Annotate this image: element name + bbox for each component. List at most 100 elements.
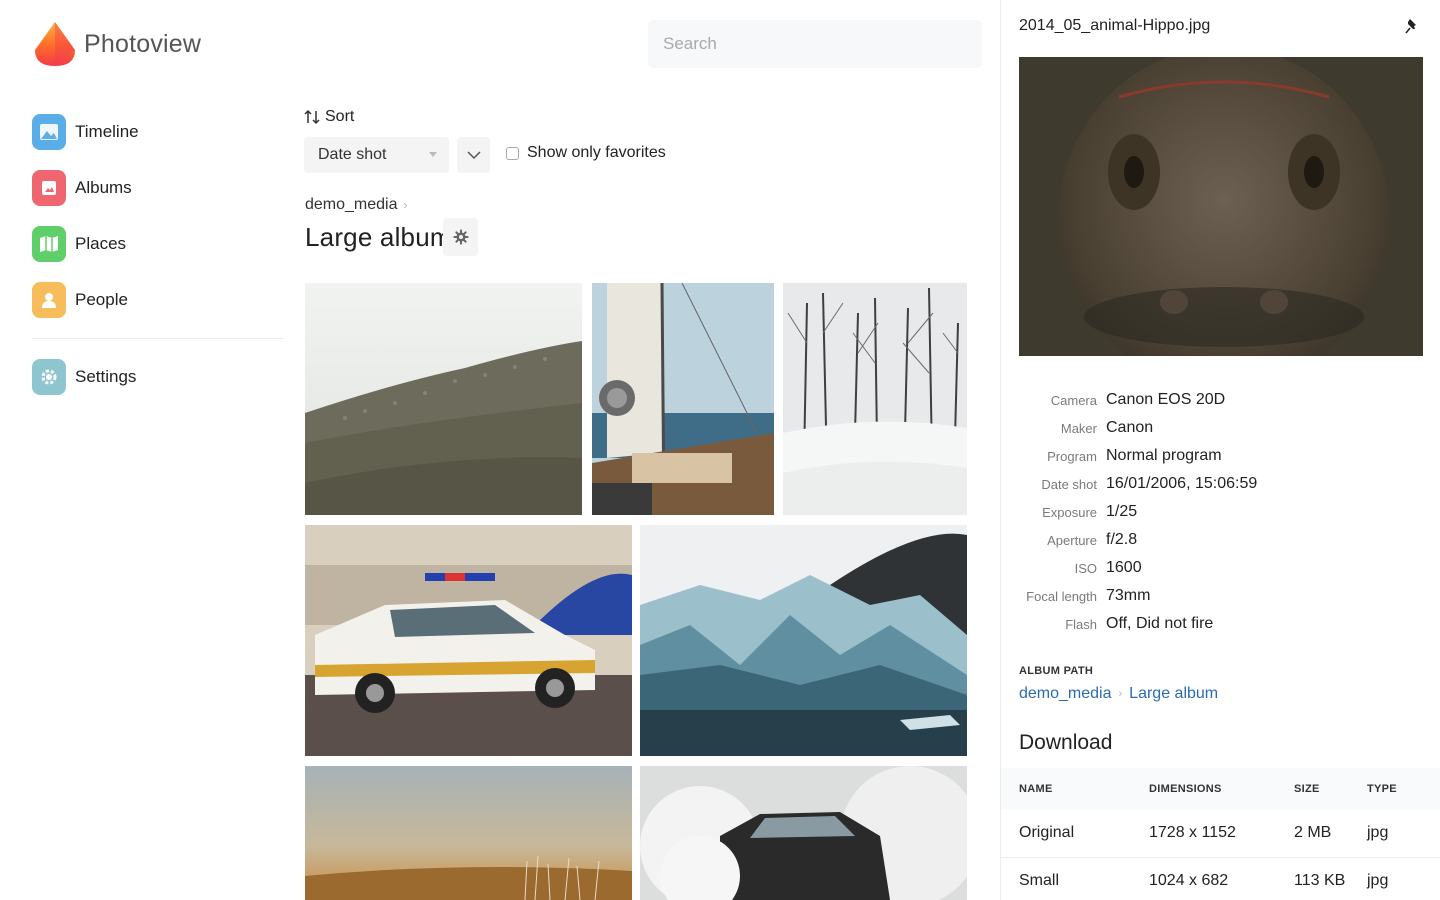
places-icon [32,226,66,262]
sidebar-item-timeline[interactable]: Timeline [32,104,284,160]
favorites-label: Show only favorites [527,144,666,161]
chevron-right-icon: › [1118,688,1123,700]
photo-thumbnail[interactable] [305,525,632,756]
exif-row: Camera Canon EOS 20D [1001,386,1440,414]
sidebar-item-albums[interactable]: Albums [32,160,284,216]
exif-value: 1/25 [1106,503,1138,520]
photo-thumbnail[interactable] [640,525,967,756]
sort-icon [304,109,320,125]
album-settings-button[interactable] [443,218,478,256]
exif-value: f/2.8 [1106,531,1138,548]
column-header: DIMENSIONS [1149,768,1294,810]
exif-value: 1600 [1106,559,1142,576]
download-dimensions: 1024 x 682 [1149,857,1294,900]
column-header: NAME [1001,768,1149,810]
sort-dropdown[interactable]: Date shot [304,137,449,173]
download-row[interactable]: Original 1728 x 1152 2 MB jpg [1001,810,1440,858]
download-name: Small [1001,857,1149,900]
download-row[interactable]: Small 1024 x 682 113 KB jpg [1001,857,1440,900]
search-input[interactable] [648,20,982,68]
sidebar-item-label: Places [75,234,127,253]
column-header: SIZE [1294,768,1367,810]
exif-key: Program [1047,448,1097,464]
sort-direction-button[interactable] [457,137,490,173]
exif-row: Program Normal program [1001,442,1440,470]
exif-row: Exposure 1/25 [1001,498,1440,526]
photo-preview[interactable] [1019,57,1423,356]
breadcrumb: demo_media › [305,196,408,214]
exif-key: Focal length [1026,588,1097,604]
exif-key: Maker [1060,420,1097,436]
sidebar-item-settings[interactable]: Settings [32,349,284,405]
album-path-link[interactable]: Large album [1129,685,1218,703]
photo-image [1019,57,1423,356]
exif-row: Flash Off, Did not fire [1001,610,1440,638]
photo-thumbnail[interactable] [305,283,582,515]
exif-table: Camera Canon EOS 20D Maker Canon Program No… [1001,386,1440,638]
photo-thumbnail[interactable] [640,766,967,900]
page-title: Large album [305,222,452,252]
exif-row: Maker Canon [1001,414,1440,442]
download-type: jpg [1367,857,1440,900]
exif-row: Date shot 16/01/2006, 15:06:59 [1001,470,1440,498]
exif-row: Focal length 73mm [1001,582,1440,610]
album-path-heading: ALBUM PATH [1019,665,1094,677]
sidebar-divider [32,338,284,339]
exif-value: Canon EOS 20D [1106,391,1226,408]
people-icon [32,282,66,318]
download-title: Download [1019,731,1113,754]
pin-icon[interactable] [1405,18,1419,39]
breadcrumb-link[interactable]: demo_media [305,196,398,214]
download-size: 113 KB [1294,857,1367,900]
caret-down-icon [429,152,437,157]
exif-key: Aperture [1047,532,1097,548]
exif-row: ISO 1600 [1001,554,1440,582]
exif-value: 73mm [1106,587,1151,604]
favorites-toggle[interactable]: Show only favorites [506,144,666,162]
gear-icon [32,359,66,395]
exif-key: Camera [1050,392,1097,408]
photo-image [305,283,582,515]
details-filename: 2014_05_animal-Hippo.jpg [1019,17,1211,34]
album-path-breadcrumb: demo_media › Large album [1019,685,1218,703]
albums-icon [32,170,66,206]
sidebar-item-label: Timeline [75,122,139,141]
sidebar-item-people[interactable]: People [32,272,284,328]
photo-image [305,766,632,900]
exif-key: ISO [1074,560,1097,576]
favorites-checkbox[interactable] [506,146,519,160]
exif-key: Date shot [1041,476,1097,492]
exif-key: Exposure [1042,504,1097,520]
sidebar-item-places[interactable]: Places [32,216,284,272]
timeline-icon [32,114,66,150]
photo-thumbnail[interactable] [305,766,632,900]
exif-row: Aperture f/2.8 [1001,526,1440,554]
sidebar-item-label: Settings [75,367,137,386]
sort-dropdown-value: Date shot [318,146,387,163]
details-panel: 2014_05_animal-Hippo.jpg Camera Canon EOS… [1000,0,1440,900]
exif-value: Off, Did not fire [1106,615,1214,632]
sort-label-text: Sort [325,108,355,125]
download-size: 2 MB [1294,810,1367,858]
download-type: jpg [1367,810,1440,858]
photo-image [305,525,632,756]
app-logo[interactable]: Photoview [34,20,201,68]
photo-thumbnail[interactable] [592,283,774,515]
download-table: NAME DIMENSIONS SIZE TYPE Original 1728 … [1001,768,1440,900]
gear-icon [453,229,468,245]
photo-image [783,283,967,515]
exif-value: Canon [1106,419,1154,436]
column-header: TYPE [1367,768,1440,810]
sidebar-item-label: Albums [75,178,132,197]
photo-image [592,283,774,515]
chevron-right-icon: › [403,198,408,212]
logo-icon [35,22,75,66]
chevron-down-icon [466,151,481,160]
download-dimensions: 1728 x 1152 [1149,810,1294,858]
photo-image [640,525,967,756]
exif-value: Normal program [1106,447,1222,464]
exif-value: 16/01/2006, 15:06:59 [1106,475,1258,492]
album-path-link[interactable]: demo_media [1019,685,1112,703]
photo-thumbnail[interactable] [783,283,967,515]
download-table-header: NAME DIMENSIONS SIZE TYPE [1001,768,1440,810]
